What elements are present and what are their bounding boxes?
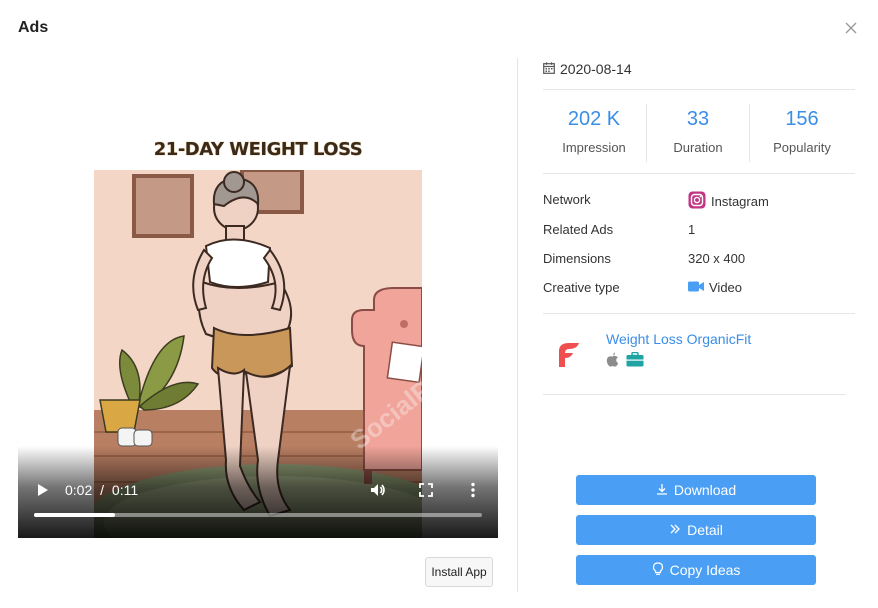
detail-label: Detail [687,522,723,538]
stat-duration: 33 Duration [646,108,750,155]
download-button[interactable]: Download [576,475,816,505]
play-icon[interactable] [36,482,50,498]
divider [543,394,846,395]
video-duration: 0:11 [111,482,139,498]
video-progress-fill [34,513,115,517]
info-value-network: Instagram [688,191,769,212]
divider [543,89,855,90]
stat-label: Impression [562,140,626,155]
info-value-dimensions: 320 x 400 [688,251,746,266]
fullscreen-icon[interactable] [418,482,434,498]
briefcase-icon [626,351,644,367]
info-label-related-ads: Related Ads [543,222,614,237]
creative-type-name: Video [709,280,743,295]
install-app-button[interactable]: Install App [425,557,493,587]
info-value-creative-type: Video [688,280,742,295]
stat-label: Popularity [773,140,831,155]
stat-value: 156 [785,108,819,130]
stat-popularity: 156 Popularity [750,108,854,155]
app-logo-icon[interactable] [555,341,581,369]
divider [543,313,855,314]
volume-icon[interactable] [369,481,387,499]
download-label: Download [673,482,737,498]
video-banner-text: 21-DAY WEIGHT LOSS CHALLENGE [94,130,422,200]
instagram-icon [688,191,706,212]
video-player[interactable]: 21-DAY WEIGHT LOSS CHALLENGE [18,58,498,538]
app-name-link[interactable]: Weight Loss OrganicFit [606,331,751,347]
detail-button[interactable]: Detail [576,515,816,545]
ad-date: 2020-08-14 [543,61,632,77]
info-label-dimensions: Dimensions [543,251,611,266]
video-time-separator: / [100,482,105,498]
video-current-time: 0:02 [65,482,93,498]
ad-date-value: 2020-08-14 [560,61,632,77]
calendar-icon [543,61,555,77]
info-label-network: Network [543,192,591,207]
stat-impression: 202 K Impression [542,108,646,155]
panel-divider [517,58,518,592]
double-chevron-right-icon [669,522,681,538]
info-label-creative-type: Creative type [543,280,620,295]
stat-label: Duration [673,140,723,155]
divider [543,173,855,174]
more-options-icon[interactable] [469,482,477,498]
video-time: 0:02 / 0:11 [65,482,138,498]
copy-ideas-label: Copy Ideas [669,562,741,578]
lightbulb-icon [652,561,664,579]
info-value-related-ads: 1 [688,222,696,237]
video-progress-bar[interactable] [34,513,482,517]
close-icon[interactable] [843,20,859,36]
stat-value: 202 K [567,108,621,130]
network-name: Instagram [711,194,769,209]
stat-value: 33 [686,108,710,130]
modal-title: Ads [18,19,49,36]
download-icon [656,482,668,498]
apple-icon [606,352,619,367]
video-camera-icon [688,280,704,295]
copy-ideas-button[interactable]: Copy Ideas [576,555,816,585]
